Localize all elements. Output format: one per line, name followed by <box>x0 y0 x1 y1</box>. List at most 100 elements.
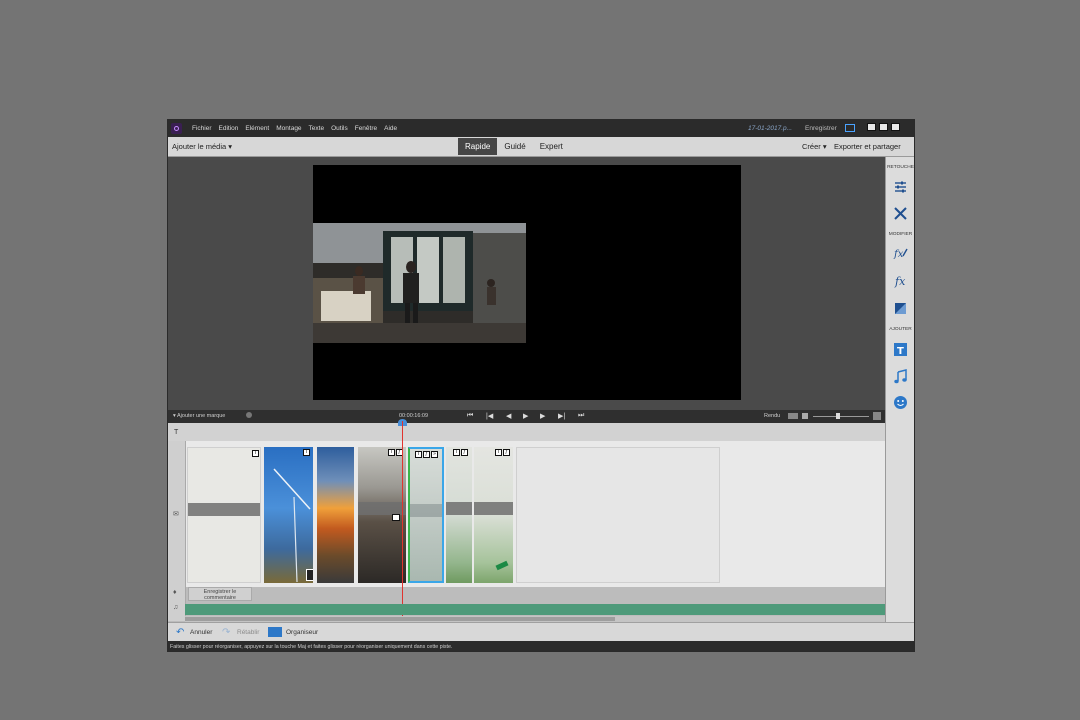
step-forward-icon[interactable]: ▶ <box>540 412 545 420</box>
section-modifier: MODIFIER <box>888 232 913 237</box>
clip-badges: I <box>252 450 259 457</box>
title-text-icon[interactable]: T <box>893 342 908 357</box>
tab-expert[interactable]: Expert <box>533 138 570 155</box>
adjust-sliders-icon[interactable] <box>893 179 908 194</box>
audio-track-bar[interactable] <box>185 604 885 615</box>
mode-bar: Ajouter le média ▾ Rapide Guidé Expert C… <box>168 137 914 157</box>
menu-bar: Fichier Edition Elément Montage Texte Ou… <box>192 125 397 132</box>
clip-graphic <box>495 560 509 571</box>
timeline-clip[interactable]: Iƒ <box>446 447 472 583</box>
text-track-icon: T <box>174 429 179 436</box>
title-bar: Fichier Edition Elément Montage Texte Ou… <box>168 120 914 137</box>
timeline-clip[interactable]: I <box>264 447 313 583</box>
close-button[interactable] <box>891 123 900 131</box>
clip-marker-icon[interactable] <box>392 514 400 521</box>
menu-edition[interactable]: Edition <box>219 125 239 132</box>
video-track-icon: ✉ <box>173 511 179 518</box>
organizer-button[interactable]: Organiseur <box>286 629 318 636</box>
clip-audio-bar <box>264 502 313 515</box>
clip-badges: Iƒ» <box>415 451 438 458</box>
menu-fichier[interactable]: Fichier <box>192 125 212 132</box>
menu-montage[interactable]: Montage <box>276 125 301 132</box>
track-gutter: ✉ ♦ ♫ <box>168 441 186 621</box>
go-end-icon[interactable]: ⏭ <box>578 412 584 420</box>
clip-audio-bar <box>410 504 442 517</box>
scrollbar-thumb[interactable] <box>185 617 615 621</box>
clip-thumbnail <box>273 468 311 583</box>
previous-clip-icon[interactable]: |◀ <box>486 412 493 420</box>
tools-icon[interactable] <box>893 206 908 221</box>
clip-badges: Iƒ <box>453 449 468 456</box>
clip-badge-icon: I <box>303 449 310 456</box>
record-narration-button[interactable]: Enregistrer le commentaire <box>188 587 252 601</box>
right-panel: RETOUCHE MODIFIER fx fx AJOUTER T <box>885 157 914 627</box>
audio-track-icon: ♫ <box>173 604 179 611</box>
minimize-button[interactable] <box>867 123 876 131</box>
app-window: Fichier Edition Elément Montage Texte Ou… <box>167 119 915 652</box>
play-icon[interactable]: ▶ <box>523 412 528 420</box>
fx-badge-icon: ƒ <box>461 449 468 456</box>
video-monitor[interactable] <box>313 165 741 400</box>
screen-mode-icon[interactable] <box>845 124 855 132</box>
playhead-line[interactable] <box>402 421 403 619</box>
clip-badges: I <box>303 449 310 456</box>
go-start-icon[interactable]: ⏮ <box>467 412 473 420</box>
svg-text:fx: fx <box>893 249 904 260</box>
status-text: Faites glisser pour réorganiser, appuyez… <box>170 644 453 650</box>
fx-badge-icon: ƒ <box>423 451 430 458</box>
organizer-icon[interactable] <box>268 627 282 637</box>
clip-badge-icon: I <box>252 450 259 457</box>
clip-badges: Iƒ <box>495 449 510 456</box>
timeline-clip[interactable]: Iƒ <box>474 447 513 583</box>
export-share-button[interactable]: Exporter et partager <box>834 142 901 151</box>
section-ajouter: AJOUTER <box>889 327 912 332</box>
emoji-graphics-icon[interactable] <box>893 395 908 410</box>
video-frame <box>313 223 526 343</box>
svg-text:fx: fx <box>894 275 906 288</box>
bottom-bar: ↶ Annuler ↷ Rétablir Organiseur <box>168 622 914 642</box>
undo-button[interactable]: Annuler <box>190 629 212 636</box>
menu-element[interactable]: Elément <box>245 125 269 132</box>
timeline-clip[interactable] <box>317 447 354 583</box>
maximize-button[interactable] <box>879 123 888 131</box>
timeline-clip[interactable]: I <box>187 447 261 583</box>
timeline-ruler[interactable]: T <box>168 423 885 442</box>
redo-icon[interactable]: ↷ <box>222 627 230 638</box>
timeline-clip-selected[interactable]: Iƒ» <box>408 447 444 583</box>
zoom-out-icon[interactable] <box>802 413 808 419</box>
tab-rapide[interactable]: Rapide <box>458 138 498 155</box>
music-icon[interactable] <box>893 369 908 384</box>
redo-button[interactable]: Rétablir <box>237 629 259 636</box>
color-adjust-icon[interactable] <box>893 301 908 316</box>
zoom-slider-thumb[interactable] <box>836 413 840 419</box>
zoom-slider[interactable] <box>813 416 869 417</box>
menu-aide[interactable]: Aide <box>384 125 397 132</box>
add-media-button[interactable]: Ajouter le média ▾ <box>172 142 232 151</box>
zoom-fit-icon[interactable] <box>873 412 881 420</box>
clip-badges: Iƒ <box>388 449 403 456</box>
marker-help-icon[interactable] <box>246 412 252 418</box>
step-back-icon[interactable]: ◀ <box>506 412 511 420</box>
clip-badge-icon: I <box>388 449 395 456</box>
tab-guide[interactable]: Guidé <box>497 138 532 155</box>
transport-bar: ▾ Ajouter une marque 00:00:16:09 ⏮ |◀ ◀ … <box>168 410 885 423</box>
signin-link[interactable]: Enregistrer <box>805 125 837 132</box>
fx-brush-icon[interactable]: fx <box>893 245 908 260</box>
add-marker-button[interactable]: ▾ Ajouter une marque <box>173 413 225 419</box>
fx-effects-icon[interactable]: fx <box>893 273 908 288</box>
add-marker-label: Ajouter une marque <box>177 413 226 419</box>
empty-clip-slot[interactable] <box>516 447 720 583</box>
next-clip-icon[interactable]: ▶| <box>558 412 565 420</box>
clip-audio-bar <box>446 502 472 515</box>
menu-outils[interactable]: Outils <box>331 125 348 132</box>
timeline-clip[interactable]: Iƒ <box>358 447 406 583</box>
clip-audio-bar <box>188 503 260 516</box>
view-toggle-icon[interactable] <box>788 413 798 419</box>
transition-icon[interactable] <box>306 569 313 581</box>
document-title: 17-01-2017.p... <box>748 125 793 132</box>
menu-texte[interactable]: Texte <box>309 125 325 132</box>
undo-icon[interactable]: ↶ <box>176 627 184 638</box>
menu-fenetre[interactable]: Fenêtre <box>355 125 377 132</box>
render-button[interactable]: Rendu <box>764 413 780 419</box>
create-button[interactable]: Créer ▾ <box>802 142 827 151</box>
